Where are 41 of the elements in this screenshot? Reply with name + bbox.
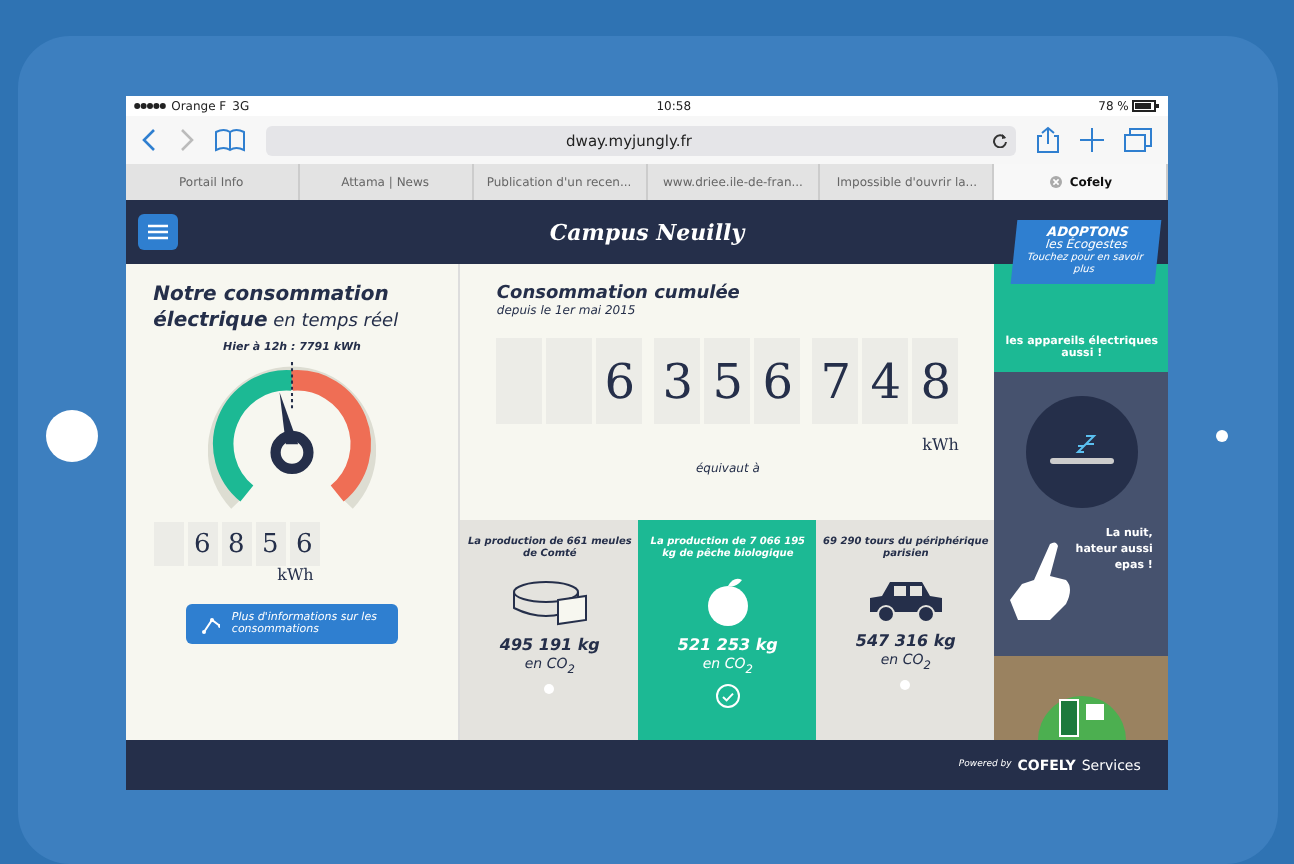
co2-amount: 547 316 kg: [855, 632, 956, 650]
co2-amount: 495 191 kg: [499, 636, 600, 654]
counter-digit: 3: [654, 338, 701, 424]
counter-digit: 7: [812, 338, 859, 424]
panel-title: Consommation cumulée: [496, 284, 742, 304]
counter-digit: 6: [754, 338, 801, 424]
camera-icon: [1216, 430, 1229, 442]
reload-icon[interactable]: [992, 132, 1009, 148]
menu-button[interactable]: [137, 214, 178, 250]
signal-icon: [133, 102, 166, 110]
panel-title: Notre consommation électrique en temps réel: [153, 284, 401, 334]
co2-amount: 521 253 kg: [677, 636, 778, 654]
car-icon: [865, 576, 946, 624]
check-icon: [715, 684, 740, 709]
tabs-icon[interactable]: [1124, 128, 1153, 152]
counter-digit: 5: [704, 338, 751, 424]
counter-digit: 6: [289, 522, 320, 566]
slider-dot: [900, 680, 911, 691]
close-icon[interactable]: [1049, 176, 1062, 188]
book-icon[interactable]: [213, 128, 246, 152]
home-button[interactable]: [45, 410, 98, 462]
counter-digit: 6: [596, 338, 643, 424]
plus-icon[interactable]: [1080, 128, 1105, 152]
chart-line-icon: [202, 614, 220, 634]
back-icon[interactable]: [141, 128, 158, 152]
unit-label: kWh: [922, 436, 959, 454]
unit-label: kWh: [277, 566, 314, 584]
share-icon[interactable]: [1036, 126, 1061, 154]
counter-digit: 5: [255, 522, 286, 566]
counter-digit: 8: [221, 522, 252, 566]
hand-pointer-icon: [1006, 540, 1075, 620]
counter-digit: 6: [187, 522, 218, 566]
cheese-icon: [509, 576, 590, 628]
battery-icon: [1132, 100, 1161, 112]
page-title: Campus Neuilly: [549, 219, 745, 245]
counter-digit: 8: [912, 338, 959, 424]
slider-dot: [544, 684, 555, 695]
counter-digit: 4: [862, 338, 909, 424]
menu-icon: [147, 224, 168, 240]
peach-icon: [703, 576, 752, 628]
plug-icon: [1037, 696, 1126, 740]
